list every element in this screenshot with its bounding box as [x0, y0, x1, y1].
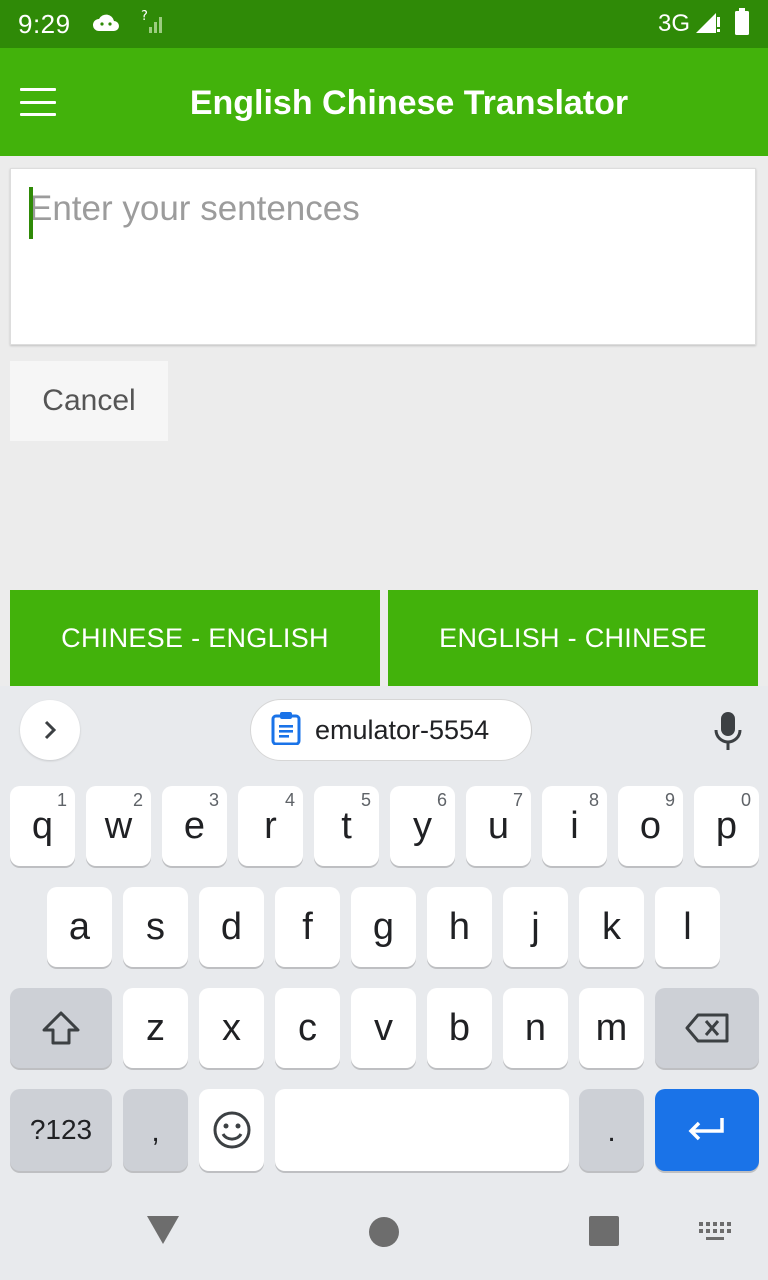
svg-text:?: ?: [141, 9, 148, 24]
status-bar-left: 9:29 ?: [18, 9, 167, 40]
key-hint: 5: [360, 790, 371, 810]
key-b[interactable]: b: [427, 988, 492, 1068]
cloud-icon: [91, 11, 121, 38]
status-bar: 9:29 ? 3G: [0, 0, 768, 48]
key-i[interactable]: i8: [542, 786, 607, 866]
back-triangle-icon: [147, 1216, 179, 1244]
key-f[interactable]: f: [275, 887, 340, 967]
key-hint: 1: [56, 790, 67, 810]
comma-key[interactable]: ,: [123, 1089, 188, 1171]
key-q[interactable]: q1: [10, 786, 75, 866]
keyboard-toolbar: emulator-5554: [0, 686, 768, 780]
key-c[interactable]: c: [275, 988, 340, 1068]
navigation-bar: [0, 1186, 768, 1280]
key-g[interactable]: g: [351, 887, 416, 967]
home-circle-icon: [369, 1217, 399, 1247]
key-label: p: [715, 804, 738, 847]
key-hint: 4: [284, 790, 295, 810]
network-type: 3G: [657, 10, 690, 37]
soft-keyboard: emulator-5554 q1w2e3r4t5y6u7i8o9p0 asdfg…: [0, 686, 768, 1186]
key-m[interactable]: m: [579, 988, 644, 1068]
symbols-key[interactable]: ?123: [10, 1089, 112, 1171]
clipboard-suggestion-chip[interactable]: emulator-5554: [250, 699, 532, 761]
shift-key[interactable]: [10, 988, 112, 1068]
key-u[interactable]: u7: [466, 786, 531, 866]
clipboard-icon: [271, 711, 301, 750]
back-button[interactable]: [145, 1214, 181, 1251]
microphone-button[interactable]: [706, 706, 750, 756]
key-hint: 0: [740, 790, 751, 810]
chinese-english-button[interactable]: CHINESE - ENGLISH: [10, 590, 380, 686]
key-t[interactable]: t5: [314, 786, 379, 866]
enter-icon: [688, 1118, 724, 1141]
emoji-icon: [213, 1111, 250, 1149]
key-hint: 2: [132, 790, 143, 810]
key-label: u: [487, 804, 510, 847]
key-label: t: [341, 804, 352, 847]
key-z[interactable]: z: [123, 988, 188, 1068]
key-d[interactable]: d: [199, 887, 264, 967]
key-n[interactable]: n: [503, 988, 568, 1068]
key-l[interactable]: l: [655, 887, 720, 967]
sentence-input-card: [10, 168, 756, 345]
keyboard-icon: [699, 1222, 731, 1240]
text-cursor: [29, 187, 33, 239]
key-x[interactable]: x: [199, 988, 264, 1068]
home-button[interactable]: [368, 1216, 400, 1253]
key-label: e: [183, 804, 206, 847]
microphone-icon: [714, 712, 742, 750]
key-label: q: [31, 804, 54, 847]
key-hint: 3: [208, 790, 219, 810]
key-label: i: [570, 804, 579, 847]
app-bar: English Chinese Translator: [0, 48, 768, 156]
key-j[interactable]: j: [503, 887, 568, 967]
cancel-button[interactable]: Cancel: [10, 361, 168, 441]
key-label: w: [104, 804, 133, 847]
expand-toolbar-button[interactable]: [20, 700, 80, 760]
app-screen: 9:29 ? 3G English Chinese Translator Ent…: [0, 0, 768, 1280]
key-o[interactable]: o9: [618, 786, 683, 866]
no-signal-icon: ?: [141, 9, 167, 40]
key-label: o: [639, 804, 662, 847]
app-title: English Chinese Translator: [189, 84, 629, 122]
key-e[interactable]: e3: [162, 786, 227, 866]
recents-square-icon: [589, 1216, 619, 1246]
status-bar-right: 3G: [657, 7, 750, 41]
key-hint: 9: [664, 790, 675, 810]
key-y[interactable]: y6: [390, 786, 455, 866]
key-hint: 6: [436, 790, 447, 810]
english-chinese-button[interactable]: ENGLISH - CHINESE: [388, 590, 758, 686]
key-label: r: [264, 804, 277, 847]
period-key[interactable]: .: [579, 1089, 644, 1171]
sentence-input[interactable]: [29, 189, 729, 329]
key-k[interactable]: k: [579, 887, 644, 967]
battery-icon: [734, 7, 750, 41]
shift-icon: [42, 1011, 80, 1045]
key-v[interactable]: v: [351, 988, 416, 1068]
status-time: 9:29: [18, 8, 71, 39]
key-hint: 8: [588, 790, 599, 810]
backspace-icon: [685, 1013, 729, 1043]
chevron-right-icon: [44, 720, 57, 740]
emoji-key[interactable]: [199, 1089, 264, 1171]
signal-icon: [694, 9, 722, 40]
clipboard-chip-text: emulator-5554: [315, 714, 490, 745]
enter-key[interactable]: [655, 1089, 759, 1171]
key-h[interactable]: h: [427, 887, 492, 967]
key-p[interactable]: p0: [694, 786, 759, 866]
key-r[interactable]: r4: [238, 786, 303, 866]
key-w[interactable]: w2: [86, 786, 151, 866]
keyboard-switch-button[interactable]: [699, 1222, 731, 1247]
recents-button[interactable]: [589, 1216, 619, 1251]
space-key[interactable]: [275, 1089, 569, 1171]
key-s[interactable]: s: [123, 887, 188, 967]
key-label: y: [413, 804, 432, 847]
key-a[interactable]: a: [47, 887, 112, 967]
key-hint: 7: [512, 790, 523, 810]
backspace-key[interactable]: [655, 988, 759, 1068]
